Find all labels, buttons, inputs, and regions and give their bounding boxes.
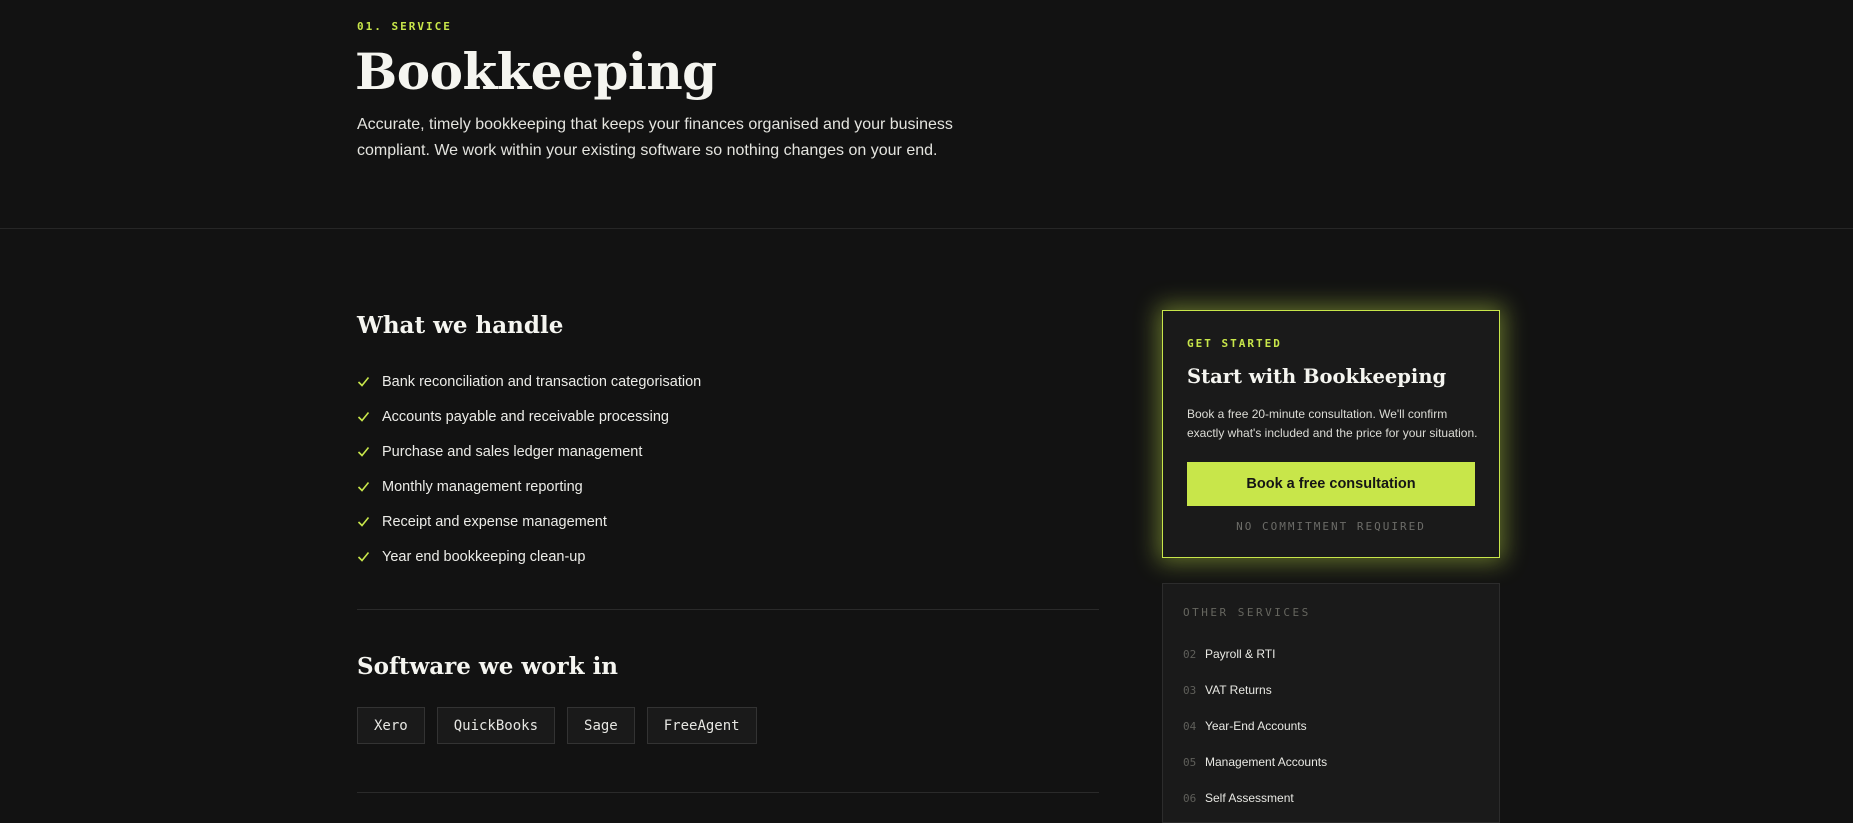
check-icon: [357, 551, 370, 562]
list-item: Receipt and expense management: [357, 504, 1057, 539]
hero-section: 01. SERVICE Bookkeeping Accurate, timely…: [0, 0, 1853, 229]
page-title: Bookkeeping: [355, 42, 717, 101]
service-number: 06: [1183, 791, 1197, 805]
other-services-title: OTHER SERVICES: [1183, 606, 1311, 619]
service-number: 04: [1183, 719, 1197, 733]
service-label: Management Accounts: [1205, 755, 1328, 769]
service-number: 02: [1183, 647, 1197, 661]
cta-title: Start with Bookkeeping: [1187, 365, 1447, 388]
what-we-handle-title: What we handle: [357, 312, 564, 339]
list-item: Bank reconciliation and transaction cate…: [357, 364, 1057, 399]
software-chip-freeagent: FreeAgent: [646, 707, 757, 744]
software-chip-quickbooks: QuickBooks: [436, 707, 556, 744]
page-intro: Accurate, timely bookkeeping that keeps …: [357, 116, 953, 159]
section-divider: [357, 609, 1099, 610]
cta-text: Book a free 20-minute consultation. We'l…: [1187, 407, 1478, 440]
list-item-label: Monthly management reporting: [382, 478, 583, 495]
service-label: Payroll & RTI: [1205, 647, 1276, 661]
other-service-self-assessment[interactable]: 06 Self Assessment: [1183, 780, 1483, 816]
software-chips: Xero QuickBooks Sage FreeAgent: [357, 707, 757, 744]
software-chip-xero: Xero: [357, 707, 425, 744]
list-item-label: Year end bookkeeping clean-up: [382, 548, 586, 565]
list-item: Purchase and sales ledger management: [357, 434, 1057, 469]
service-eyebrow: 01. SERVICE: [357, 20, 452, 33]
check-icon: [357, 516, 370, 527]
check-icon: [357, 481, 370, 492]
list-item: Accounts payable and receivable processi…: [357, 399, 1057, 434]
list-item-label: Bank reconciliation and transaction cate…: [382, 373, 702, 390]
list-item: Monthly management reporting: [357, 469, 1057, 504]
service-label: Year-End Accounts: [1205, 719, 1307, 733]
other-services-list: 02 Payroll & RTI 03 VAT Returns 04 Year-…: [1183, 636, 1483, 816]
list-item-label: Accounts payable and receivable processi…: [382, 408, 669, 425]
check-icon: [357, 376, 370, 387]
cta-eyebrow: GET STARTED: [1187, 337, 1282, 350]
list-item-label: Purchase and sales ledger management: [382, 443, 643, 460]
check-icon: [357, 411, 370, 422]
cta-card: GET STARTED Start with Bookkeeping Book …: [1162, 310, 1500, 558]
list-item: Year end bookkeeping clean-up: [357, 539, 1057, 574]
other-service-management[interactable]: 05 Management Accounts: [1183, 744, 1483, 780]
service-number: 05: [1183, 755, 1197, 769]
software-title: Software we work in: [357, 653, 619, 680]
service-label: Self Assessment: [1205, 791, 1294, 805]
check-icon: [357, 446, 370, 457]
other-services-card: OTHER SERVICES 02 Payroll & RTI 03 VAT R…: [1162, 583, 1500, 823]
handle-list: Bank reconciliation and transaction cate…: [357, 364, 1057, 574]
other-service-vat[interactable]: 03 VAT Returns: [1183, 672, 1483, 708]
software-chip-sage: Sage: [567, 707, 635, 744]
service-number: 03: [1183, 683, 1197, 697]
book-consultation-button[interactable]: Book a free consultation: [1187, 462, 1475, 506]
cta-note: NO COMMITMENT REQUIRED: [1236, 520, 1426, 533]
other-service-year-end[interactable]: 04 Year-End Accounts: [1183, 708, 1483, 744]
section-divider: [357, 792, 1099, 793]
list-item-label: Receipt and expense management: [382, 513, 607, 530]
service-label: VAT Returns: [1205, 683, 1272, 697]
other-service-payroll[interactable]: 02 Payroll & RTI: [1183, 636, 1483, 672]
